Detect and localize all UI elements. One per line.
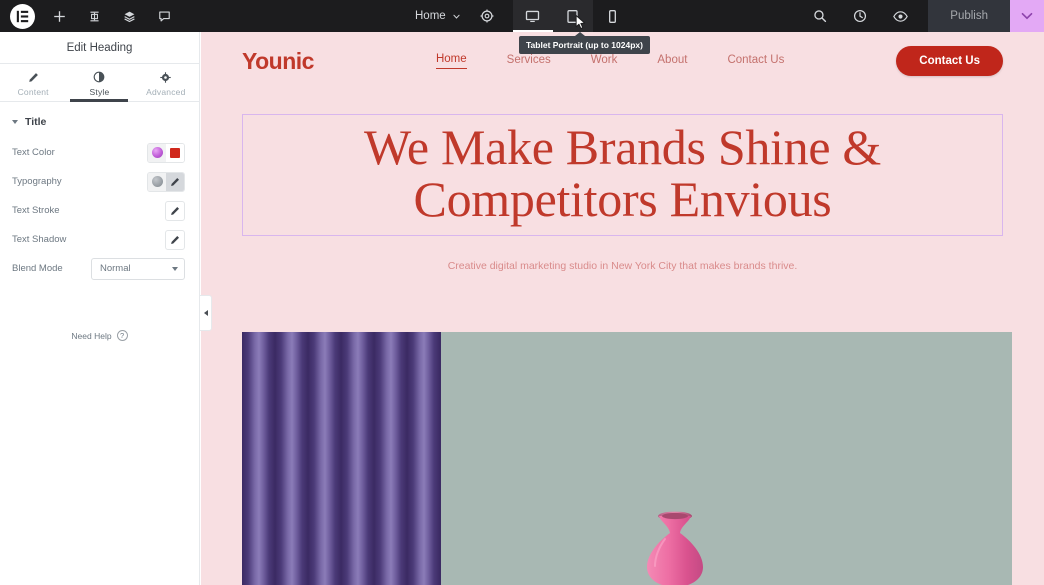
- nav-item-home[interactable]: Home: [435, 53, 467, 69]
- contrast-icon: [93, 71, 105, 84]
- section-title-label: Title: [25, 116, 47, 128]
- text-shadow-edit-pencil-icon[interactable]: [165, 229, 185, 250]
- chevron-left-icon: [203, 310, 208, 316]
- device-desktop-button[interactable]: [512, 0, 553, 32]
- need-help-link[interactable]: Need Help ?: [0, 330, 199, 341]
- hero-section: We Make Brands Shine & Competitors Envio…: [201, 114, 1044, 272]
- hero-heading: We Make Brands Shine & Competitors Envio…: [243, 121, 1002, 225]
- control-blend-mode-label: Blend Mode: [12, 263, 63, 274]
- control-text-shadow-label: Text Shadow: [12, 234, 67, 245]
- site-settings-icon[interactable]: [83, 5, 105, 27]
- control-text-color-label: Text Color: [12, 147, 55, 158]
- elementor-editor: Home Publish Tablet Portrait (up to 1024…: [0, 0, 1044, 585]
- photo-vase: [647, 511, 703, 585]
- page-selector-label: Home: [415, 10, 446, 22]
- editor-sidebar-panel: Edit Heading Content Style Advanced Titl…: [0, 32, 200, 585]
- desktop-icon: [526, 10, 540, 22]
- control-blend-mode: Blend Mode Normal: [0, 254, 199, 283]
- editor-right-panel-toggle[interactable]: [1010, 0, 1044, 32]
- device-tooltip: Tablet Portrait (up to 1024px): [519, 32, 650, 54]
- hero-heading-line1: We Make Brands Shine &: [363, 119, 882, 175]
- text-stroke-edit-pencil-icon[interactable]: [165, 200, 185, 221]
- device-mode-group: [512, 0, 633, 32]
- topbar-left-group: [0, 3, 175, 29]
- tablet-icon: [567, 9, 578, 23]
- panel-collapse-handle[interactable]: [200, 295, 212, 331]
- site-cta-contact-button[interactable]: Contact Us: [896, 46, 1003, 76]
- editor-canvas: Younic Home Services Work About Contact …: [201, 32, 1044, 585]
- tab-content-label: Content: [17, 86, 49, 97]
- gear-icon: [160, 71, 172, 84]
- blend-mode-select[interactable]: Normal: [91, 257, 185, 280]
- device-tablet-button[interactable]: [552, 0, 593, 32]
- heading-widget-selected[interactable]: We Make Brands Shine & Competitors Envio…: [242, 114, 1003, 236]
- chevron-down-icon: [1021, 12, 1033, 20]
- device-tooltip-text: Tablet Portrait (up to 1024px): [526, 40, 643, 50]
- navigator-layers-icon[interactable]: [118, 5, 140, 27]
- section-title-toggle[interactable]: Title: [0, 102, 199, 138]
- topbar-right-group: Publish: [800, 0, 1010, 32]
- tab-advanced[interactable]: Advanced: [133, 64, 199, 101]
- control-text-stroke: Text Stroke: [0, 196, 199, 225]
- mobile-icon: [609, 9, 617, 23]
- hero-subtitle: Creative digital marketing studio in New…: [447, 260, 798, 272]
- device-mobile-button[interactable]: [592, 0, 633, 32]
- search-icon[interactable]: [809, 5, 831, 27]
- control-typography-label: Typography: [12, 176, 62, 187]
- add-element-icon[interactable]: [48, 5, 70, 27]
- tab-content[interactable]: Content: [0, 64, 66, 101]
- editor-topbar: Home Publish: [0, 0, 1044, 32]
- nav-item-work[interactable]: Work: [591, 54, 618, 69]
- control-typography: Typography: [0, 167, 199, 196]
- dynamic-tags-globe-icon[interactable]: [148, 143, 166, 162]
- nav-item-services[interactable]: Services: [507, 54, 551, 69]
- question-circle-icon: ?: [116, 330, 128, 341]
- caret-down-icon: [12, 120, 18, 124]
- photo-curtain: [242, 332, 441, 585]
- panel-title: Edit Heading: [0, 32, 199, 64]
- interior-photo[interactable]: [242, 332, 1012, 585]
- pencil-icon: [28, 71, 39, 84]
- topbar-center-group: Home: [415, 0, 633, 32]
- control-text-stroke-label: Text Stroke: [12, 205, 60, 216]
- text-color-swatch[interactable]: [166, 143, 184, 162]
- preview-eye-icon[interactable]: [889, 5, 911, 27]
- site-nav: Home Services Work About Contact Us: [435, 53, 784, 69]
- tab-style-label: Style: [89, 86, 110, 97]
- page-selector[interactable]: Home: [415, 10, 475, 22]
- global-fonts-globe-icon[interactable]: [148, 172, 166, 191]
- typography-edit-pencil-icon[interactable]: [166, 172, 184, 191]
- hero-heading-line2: Competitors Envious: [413, 171, 832, 227]
- chevron-down-icon: [453, 14, 460, 19]
- photo-wall: [441, 332, 1012, 585]
- panel-tabs: Content Style Advanced: [0, 64, 199, 102]
- nav-item-contact-us[interactable]: Contact Us: [727, 54, 784, 69]
- control-text-color: Text Color: [0, 138, 199, 167]
- comments-icon[interactable]: [153, 5, 175, 27]
- tab-advanced-label: Advanced: [146, 86, 186, 97]
- publish-button[interactable]: Publish: [928, 0, 1010, 32]
- control-text-shadow: Text Shadow: [0, 225, 199, 254]
- chevron-down-icon: [172, 266, 178, 271]
- site-logo[interactable]: Younic: [242, 48, 314, 75]
- elementor-logo-icon[interactable]: [10, 3, 35, 29]
- page-settings-gear-icon[interactable]: [475, 4, 499, 28]
- nav-item-about[interactable]: About: [657, 54, 687, 69]
- blend-mode-value: Normal: [100, 263, 131, 274]
- publish-label: Publish: [950, 10, 988, 22]
- history-icon[interactable]: [849, 5, 871, 27]
- need-help-label: Need Help: [71, 330, 112, 341]
- tab-style[interactable]: Style: [66, 64, 132, 101]
